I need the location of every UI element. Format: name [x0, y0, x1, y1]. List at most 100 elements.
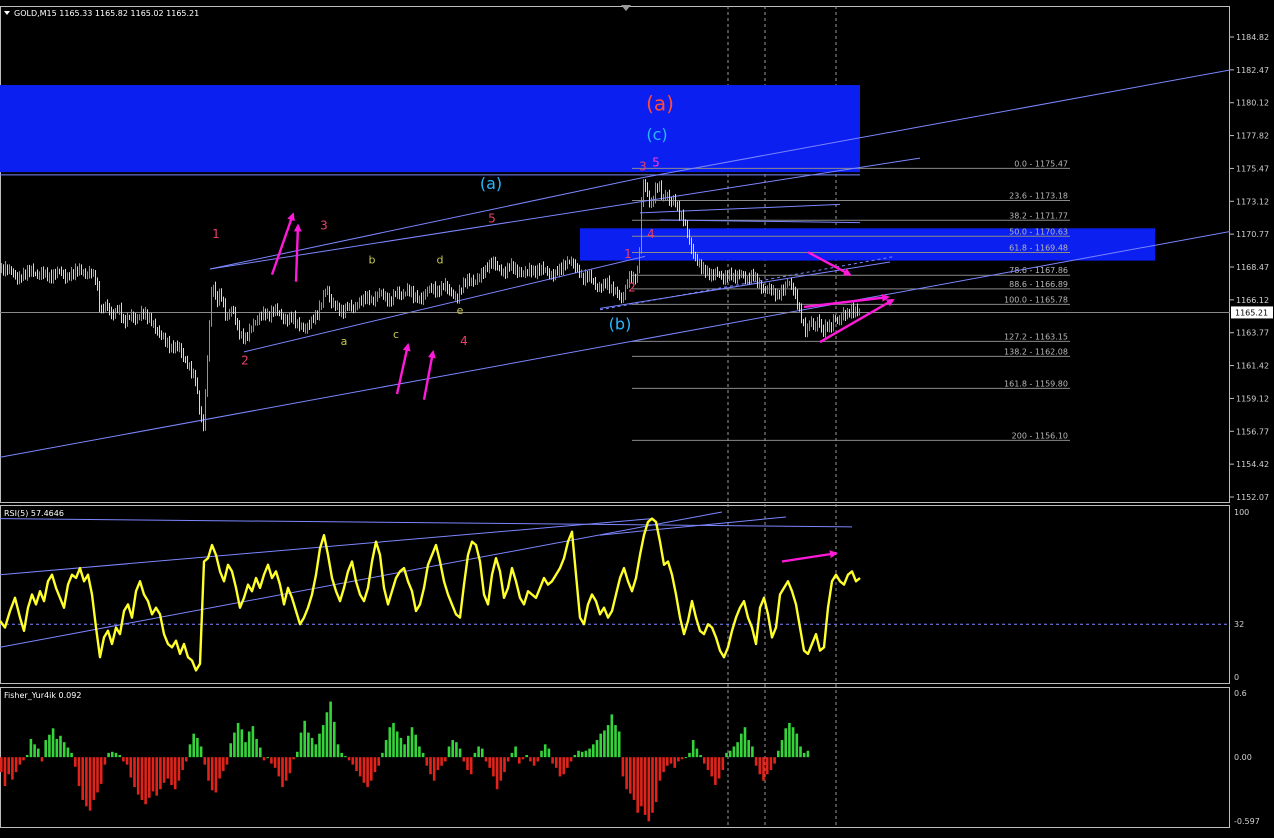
fisher-bar [432, 757, 436, 781]
fisher-bar [351, 757, 355, 765]
fisher-bar [569, 757, 573, 762]
fisher-bar [436, 757, 440, 770]
fisher-bar [288, 757, 292, 774]
fisher-bar [29, 738, 33, 758]
fisher-bar [788, 722, 791, 758]
price-tick-label: 1184.82 [1236, 33, 1269, 42]
wave-label: 1 [624, 247, 632, 261]
fisher-bar [662, 757, 665, 773]
wave-label: c [393, 328, 399, 341]
fisher-bar [773, 757, 776, 764]
fisher-bar [299, 732, 303, 758]
fisher-bar [222, 757, 225, 772]
fisher-bar [336, 744, 340, 758]
fisher-bar [444, 757, 447, 762]
fisher-bar [310, 737, 314, 758]
fisher-bar [96, 757, 99, 793]
wave-label: (a) [480, 174, 502, 193]
fisher-bar [643, 757, 647, 815]
fisher-bar [321, 725, 325, 758]
fisher-bar [192, 733, 195, 758]
fisher-bar [743, 727, 747, 758]
fisher-bar [806, 750, 810, 758]
fisher-bar [122, 757, 125, 762]
fib-level-label: 0.0 - 1175.47 [1014, 159, 1068, 168]
fisher-bar [751, 746, 754, 758]
fisher-bar [547, 748, 551, 758]
price-tick-label: 1175.47 [1236, 164, 1269, 173]
fisher-tick-label: 0.00 [1234, 753, 1252, 762]
fisher-bar [791, 727, 795, 758]
fisher-bar [292, 757, 295, 760]
fisher-bar [458, 748, 462, 758]
scroll-marker-icon[interactable] [621, 5, 631, 11]
price-tick-label: 1163.77 [1236, 329, 1269, 338]
price-tick-label: 1173.12 [1236, 197, 1269, 206]
resistance-zone [580, 228, 1155, 261]
fisher-bar [518, 757, 521, 764]
fisher-bar [18, 757, 22, 765]
fisher-bar [151, 757, 155, 792]
fisher-bar [695, 748, 699, 758]
price-tick-label: 1156.77 [1236, 427, 1269, 436]
fisher-bar [203, 757, 207, 765]
fisher-bar [74, 757, 77, 767]
fisher-bar [344, 756, 347, 758]
wave-label: 3 [639, 160, 647, 174]
fisher-bar [103, 757, 107, 765]
fisher-bar [259, 747, 262, 758]
fisher-bar [25, 755, 29, 758]
fisher-tick-label: 0.6 [1234, 689, 1247, 698]
fisher-bar [384, 740, 388, 758]
fisher-bar [159, 757, 162, 790]
fisher-bar [214, 757, 218, 793]
fisher-bar [699, 755, 702, 758]
fisher-bar [425, 757, 429, 766]
fisher-bar [499, 757, 503, 781]
fisher-bar [466, 757, 469, 770]
fisher-bar [492, 757, 495, 777]
fisher-header: Fisher_Yur4ik 0.092 [4, 691, 81, 700]
rsi-tick-label: 100 [1234, 508, 1249, 517]
fisher-bar [33, 744, 36, 758]
current-price-label: 1165.21 [1235, 308, 1268, 317]
fisher-bar [799, 746, 802, 758]
rsi-tick-label: 0 [1234, 673, 1239, 682]
wave-label: 3 [320, 219, 328, 233]
collapse-triangle-icon[interactable] [4, 11, 10, 15]
fisher-bar [273, 757, 277, 768]
fisher-bar [614, 725, 617, 758]
fisher-bar [721, 757, 725, 770]
fisher-bar [473, 752, 477, 758]
fisher-bar [592, 744, 595, 758]
fisher-bar [484, 757, 488, 762]
fisher-bar [543, 744, 547, 758]
rsi-arrow [781, 550, 838, 563]
fisher-bar [207, 757, 210, 781]
fisher-bar [133, 757, 136, 788]
fisher-bar [599, 733, 602, 758]
fisher-bar [296, 751, 299, 758]
fisher-bar [677, 757, 680, 762]
arrow-annotation [819, 298, 895, 344]
fisher-bar [503, 757, 506, 773]
price-tick-label: 1182.47 [1236, 66, 1269, 75]
fisher-bar [429, 757, 432, 775]
fisher-bar [784, 728, 787, 758]
fisher-bar [284, 757, 288, 781]
fisher-bar [669, 757, 673, 764]
fisher-bar [366, 757, 369, 788]
fisher-bar [236, 722, 240, 758]
fisher-bar [455, 742, 458, 758]
fisher-bar [155, 757, 158, 796]
fisher-bar [22, 757, 25, 761]
fisher-bar [651, 757, 654, 813]
fisher-bar [802, 752, 806, 758]
price-tick-label: 1159.12 [1236, 394, 1269, 403]
fisher-bar [684, 757, 688, 759]
fisher-bar [136, 757, 140, 795]
fisher-bar [55, 738, 59, 758]
fisher-bar [111, 751, 114, 758]
fisher-bar [654, 757, 658, 803]
fisher-bar [303, 720, 306, 758]
